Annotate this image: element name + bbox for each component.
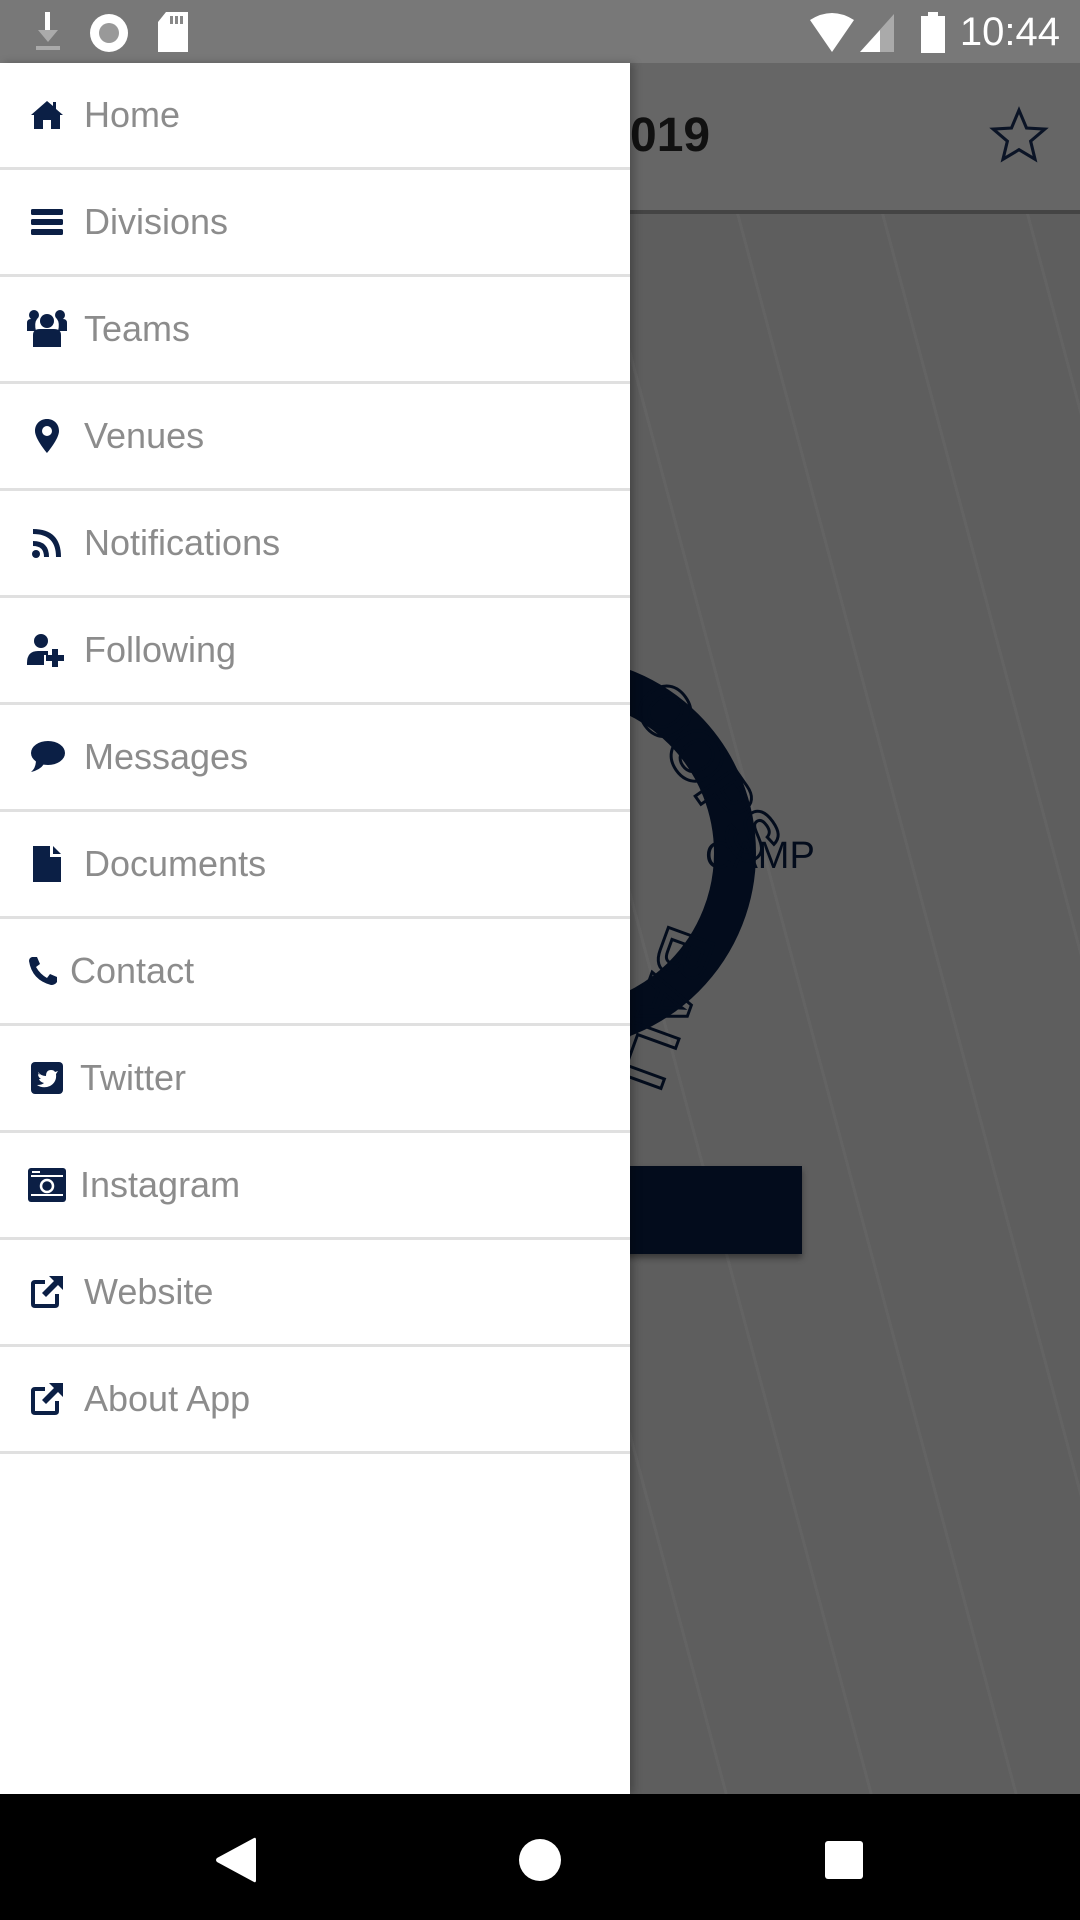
toolbar-title: 019: [630, 109, 711, 162]
bars-icon: [22, 197, 72, 247]
drawer-item-label: Twitter: [80, 1057, 187, 1098]
signal-icon: [860, 12, 896, 59]
drawer-item-venues[interactable]: Venues: [0, 384, 630, 491]
external-link-icon: [22, 1267, 72, 1317]
drawer-item-label: About App: [84, 1378, 251, 1419]
drawer-item-teams[interactable]: Teams: [0, 277, 630, 384]
recents-button[interactable]: [814, 1830, 874, 1890]
drawer-item-label: Messages: [84, 736, 249, 777]
status-bar: 10:44: [0, 0, 1080, 63]
clock: 10:44: [959, 10, 1060, 54]
wifi-icon: [808, 12, 856, 59]
drawer-item-following[interactable]: Following: [0, 598, 630, 705]
star-outline-icon[interactable]: [988, 105, 1050, 172]
drawer-item-label: Venues: [84, 415, 205, 456]
user-plus-icon: [22, 625, 72, 675]
drawer-item-label: Following: [84, 629, 237, 670]
drawer-item-twitter[interactable]: Twitter: [0, 1026, 630, 1133]
drawer-item-label: Notifications: [84, 522, 281, 563]
phone-icon: [18, 946, 68, 996]
sync-icon: [88, 12, 130, 59]
drawer-item-home[interactable]: Home: [0, 63, 630, 170]
drawer-item-messages[interactable]: Messages: [0, 705, 630, 812]
home-button[interactable]: [510, 1830, 570, 1890]
drawer-item-notifications[interactable]: Notifications: [0, 491, 630, 598]
sd-card-icon: [156, 12, 190, 59]
rss-icon: [22, 518, 72, 568]
drawer-item-label: Teams: [84, 308, 191, 349]
drawer-item-documents[interactable]: Documents: [0, 812, 630, 919]
navigation-drawer: Home Divisions Teams Venues Notification…: [0, 63, 630, 1794]
drawer-item-contact[interactable]: Contact: [0, 919, 630, 1026]
comment-icon: [22, 732, 72, 782]
drawer-item-instagram[interactable]: Instagram: [0, 1133, 630, 1240]
instagram-icon: [22, 1160, 72, 1210]
drawer-item-website[interactable]: Website: [0, 1240, 630, 1347]
battery-icon: [920, 12, 946, 59]
drawer-item-divisions[interactable]: Divisions: [0, 170, 630, 277]
home-icon: [22, 90, 72, 140]
drawer-item-label: Instagram: [80, 1164, 241, 1205]
system-nav-bar: [0, 1794, 1080, 1920]
download-icon: [30, 12, 66, 59]
file-icon: [22, 839, 72, 889]
drawer-item-about-app[interactable]: About App: [0, 1347, 630, 1454]
back-button[interactable]: [206, 1830, 266, 1890]
drawer-item-label: Divisions: [84, 201, 229, 242]
drawer-item-label: Contact: [70, 950, 195, 991]
drawer-item-label: Documents: [84, 843, 267, 884]
drawer-item-label: Website: [84, 1271, 214, 1312]
users-icon: [22, 304, 72, 354]
twitter-icon: [22, 1053, 72, 1103]
drawer-item-label: Home: [84, 94, 181, 135]
external-link-icon: [22, 1374, 72, 1424]
map-marker-icon: [22, 411, 72, 461]
